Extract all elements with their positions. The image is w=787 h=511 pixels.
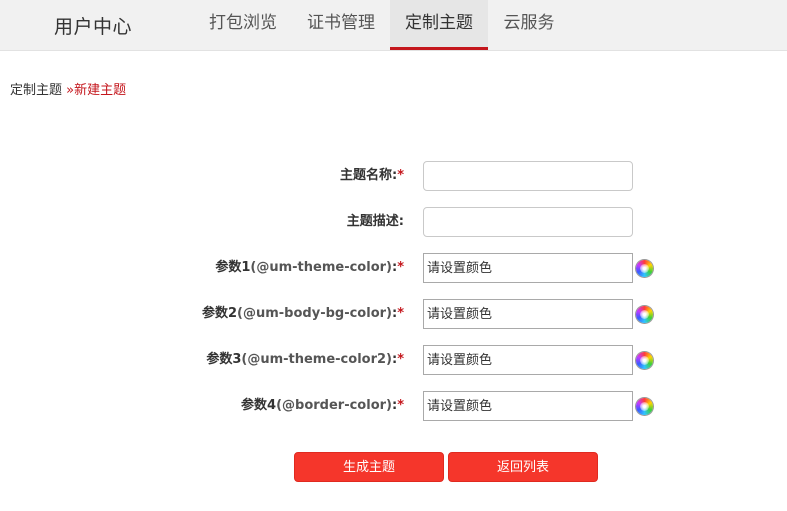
theme-description-input[interactable] xyxy=(423,207,633,237)
param-3-label-prefix: 参数3 xyxy=(206,352,242,367)
form-row-theme-description: 主题描述: xyxy=(0,207,787,237)
form-row-param-3: 参数3(@um-theme-color2):* xyxy=(0,345,787,375)
required-mark: * xyxy=(397,352,404,367)
color-picker-icon[interactable] xyxy=(636,398,653,415)
breadcrumb-current: 新建主题 xyxy=(74,83,127,98)
param-2-label-prefix: 参数2 xyxy=(202,306,238,321)
theme-description-label: 主题描述: xyxy=(346,214,404,229)
breadcrumb: 定制主题 »新建主题 xyxy=(10,79,126,98)
color-picker-icon[interactable] xyxy=(636,260,653,277)
param-4-variable: (@border-color) xyxy=(276,398,392,413)
param-3-label: 参数3(@um-theme-color2):* xyxy=(206,345,404,375)
color-picker-icon[interactable] xyxy=(636,306,653,323)
form-row-param-4: 参数4(@border-color):* xyxy=(0,391,787,421)
param-2-color-input[interactable] xyxy=(423,299,633,329)
param-1-color-input[interactable] xyxy=(423,253,633,283)
param-3-variable: (@um-theme-color2) xyxy=(241,352,392,367)
required-mark: * xyxy=(397,260,404,275)
theme-name-label-text: 主题名称: xyxy=(339,168,398,183)
param-4-label: 参数4(@border-color):* xyxy=(241,391,404,421)
tab-cloud-service[interactable]: 云服务 xyxy=(489,0,569,50)
back-to-list-button[interactable]: 返回列表 xyxy=(448,452,598,482)
param-3-color-input[interactable] xyxy=(423,345,633,375)
tab-package-browse[interactable]: 打包浏览 xyxy=(195,0,291,50)
top-nav-bar: 用户中心 打包浏览 证书管理 定制主题 云服务 xyxy=(0,0,787,51)
param-1-variable: (@um-theme-color) xyxy=(250,260,392,275)
breadcrumb-parent-link[interactable]: 定制主题 xyxy=(10,83,62,98)
param-1-label-prefix: 参数1 xyxy=(215,260,251,275)
form-row-param-1: 参数1(@um-theme-color):* xyxy=(0,253,787,283)
theme-name-label: 主题名称:* xyxy=(340,161,404,191)
param-2-variable: (@um-body-bg-color) xyxy=(237,306,392,321)
theme-name-input[interactable] xyxy=(423,161,633,191)
tab-certificate-management[interactable]: 证书管理 xyxy=(293,0,389,50)
form-row-param-2: 参数2(@um-body-bg-color):* xyxy=(0,299,787,329)
tab-custom-theme[interactable]: 定制主题 xyxy=(390,0,488,50)
brand-title: 用户中心 xyxy=(54,16,133,38)
param-2-label: 参数2(@um-body-bg-color):* xyxy=(202,299,404,329)
form-row-theme-name: 主题名称:* xyxy=(0,161,787,191)
param-1-label: 参数1(@um-theme-color):* xyxy=(215,253,404,283)
param-4-label-prefix: 参数4 xyxy=(241,398,277,413)
required-mark: * xyxy=(397,306,404,321)
color-picker-icon[interactable] xyxy=(636,352,653,369)
param-4-color-input[interactable] xyxy=(423,391,633,421)
generate-theme-button[interactable]: 生成主题 xyxy=(294,452,444,482)
required-mark: * xyxy=(397,398,404,413)
breadcrumb-separator: » xyxy=(66,83,75,98)
required-mark: * xyxy=(397,168,404,183)
